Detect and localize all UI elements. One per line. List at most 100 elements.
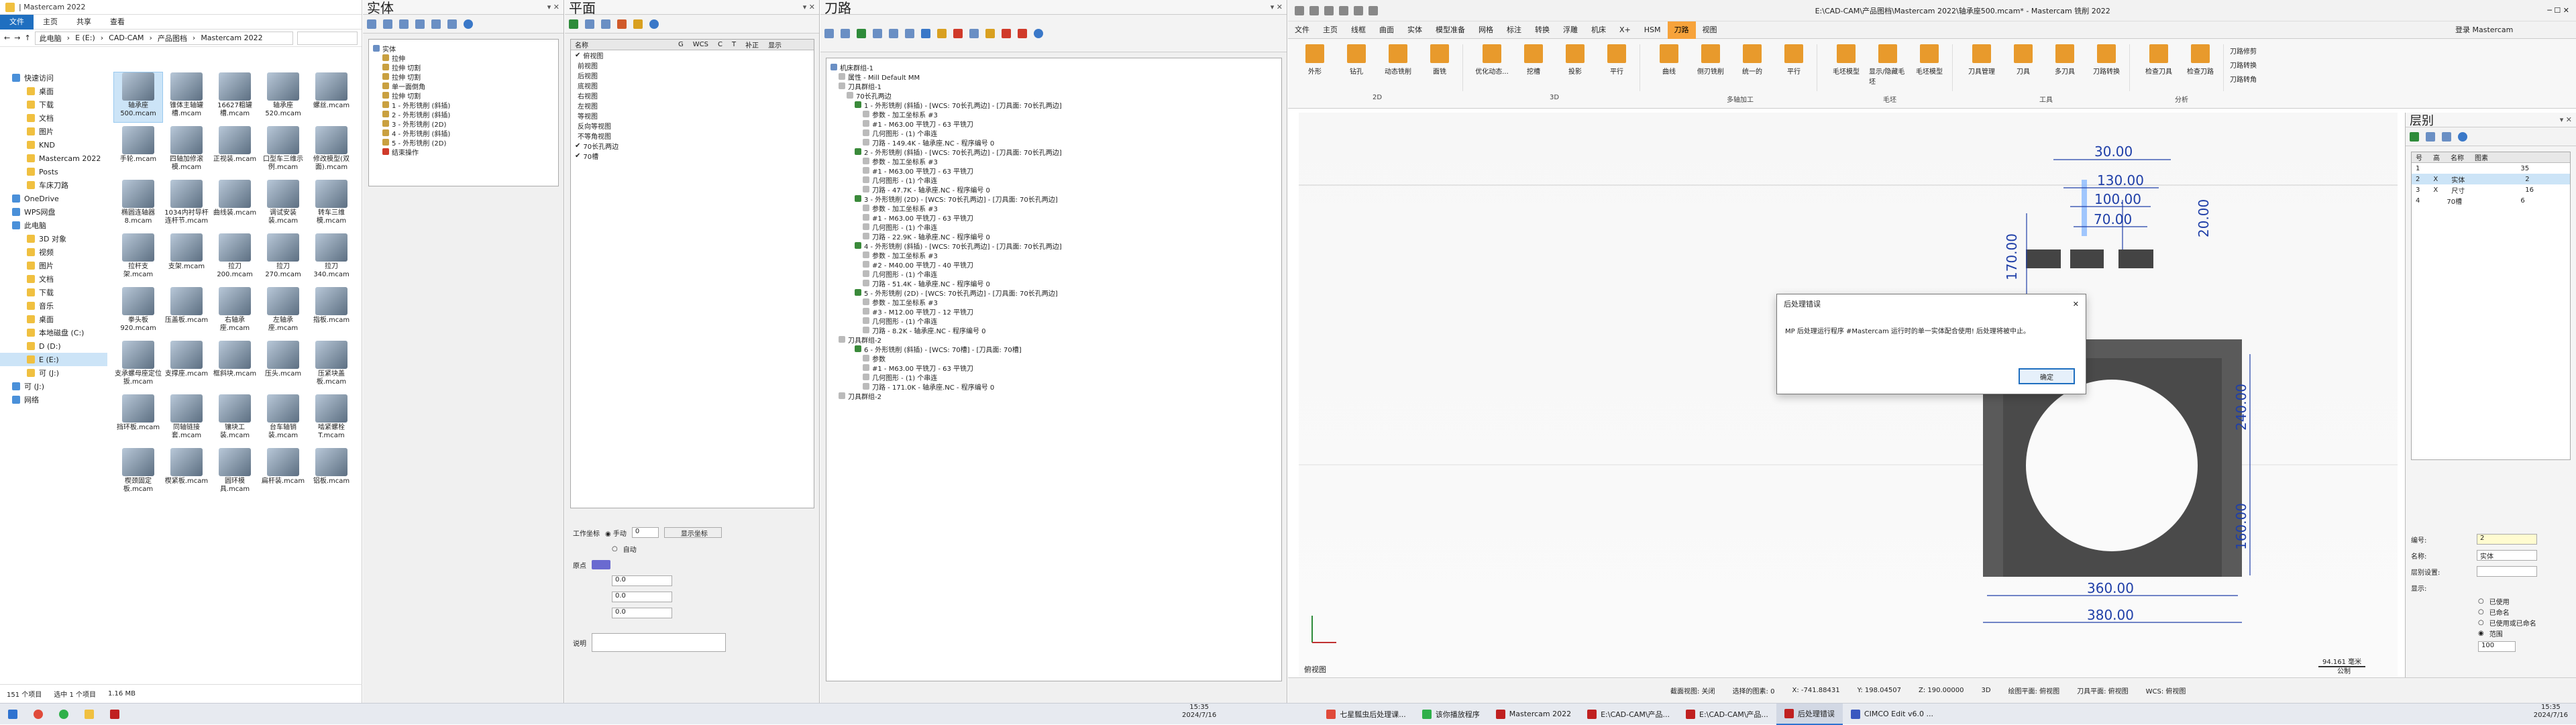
taskbar-item[interactable]: CIMCO Edit v6.0 ... (1843, 704, 1941, 725)
select-all-icon[interactable] (824, 28, 834, 38)
ribbon-tab[interactable]: 机床 (1585, 21, 1613, 39)
plane-row[interactable]: 不等角视图 (571, 131, 814, 141)
levels-table[interactable]: 号 高 名称 图素 1 35 2 X 实体 2 3 X 尺寸 16 4 70槽 6 (2411, 152, 2571, 460)
nav-item[interactable]: 图片 (0, 259, 107, 272)
toolpath-item[interactable]: #2 - M40.00 平铣刀 - 40 平铣刀 (830, 260, 1277, 270)
down-arrow-icon[interactable] (1018, 28, 1027, 38)
opt-used[interactable]: ○ 已使用 (2411, 596, 2571, 606)
range-field[interactable]: 100 (2478, 641, 2516, 652)
toolpath-item[interactable]: 刀路 - 8.2K - 轴承座.NC - 程序编号 0 (830, 325, 1277, 335)
ribbon-tab[interactable]: 浮雕 (1556, 21, 1585, 39)
ribbon-tab[interactable]: 主页 (34, 15, 67, 30)
collapse-icon[interactable] (447, 19, 457, 29)
nav-item[interactable]: 可 (J:) (0, 366, 107, 380)
panel-controls-icon[interactable]: ▾ ✕ (803, 3, 815, 11)
file-item[interactable]: 拉刀200.mcam (211, 233, 259, 283)
nav-item[interactable]: 快速访问 (0, 71, 107, 85)
file-item[interactable]: 轴承座500.mcam (113, 72, 163, 123)
redo-icon[interactable] (415, 19, 425, 29)
plane-row[interactable]: ✔ 70长孔两边 (571, 141, 814, 151)
ribbon-button[interactable]: 检查刀路 (2182, 44, 2219, 91)
ribbon-button[interactable]: 毛坯模型 (1911, 44, 1948, 91)
file-item[interactable]: 曲线装.mcam (211, 180, 259, 229)
file-item[interactable]: 左轴承座.mcam (259, 287, 307, 337)
nav-item[interactable]: 音乐 (0, 299, 107, 313)
breadcrumb-item[interactable]: 产品图档 (158, 33, 187, 44)
column-header[interactable]: C (718, 41, 722, 48)
ribbon-tab[interactable]: 文件 (1288, 21, 1316, 39)
column-header[interactable]: G (678, 41, 684, 48)
reset-icon[interactable] (617, 19, 627, 29)
plane-row[interactable]: 反向等视图 (571, 121, 814, 131)
toolpath-item[interactable]: 几何图形 - (1) 个串连 (830, 372, 1277, 382)
nav-item[interactable]: 桌面 (0, 313, 107, 326)
toolpath-item[interactable]: 6 - 外形铣削 (斜插) - [WCS: 70槽] - [刀具面: 70槽] (830, 344, 1277, 354)
redo-icon[interactable] (1368, 5, 1378, 15)
nav-item[interactable]: 下载 (0, 286, 107, 299)
toolpath-item[interactable]: #1 - M63.00 平铣刀 - 63 平铣刀 (830, 363, 1277, 373)
tool-plane[interactable]: 刀具平面: 俯视图 (2077, 685, 2129, 695)
panel-controls-icon[interactable]: ▾ ✕ (2560, 115, 2572, 124)
ribbon-tab[interactable]: 标注 (1500, 21, 1528, 39)
file-item[interactable]: 拳头板920.mcam (114, 287, 162, 337)
panel-controls-icon[interactable]: ▾ ✕ (547, 3, 559, 11)
undo-icon[interactable] (1354, 5, 1363, 15)
toolpath-item[interactable]: 参数 - 加工坐标系 #3 (830, 250, 1277, 260)
plane-row[interactable]: ✔ 70槽 (571, 151, 814, 161)
nav-item[interactable]: Posts (0, 165, 107, 178)
toolpath-item[interactable]: 属性 - Mill Default MM (830, 72, 1277, 82)
verify-icon[interactable] (889, 28, 898, 38)
ribbon-button[interactable]: 投影 (1556, 44, 1594, 91)
add-level-icon[interactable] (2410, 131, 2419, 142)
close-icon[interactable]: ✕ (2073, 300, 2079, 309)
toolpath-item[interactable]: 几何图形 - (1) 个串连 (830, 316, 1277, 326)
column-header[interactable]: 号 (2416, 152, 2422, 162)
help-icon[interactable] (649, 19, 659, 29)
nav-item[interactable]: 图片 (0, 125, 107, 138)
level-row[interactable]: 1 35 (2412, 163, 2570, 174)
file-item[interactable]: 拉刀270.mcam (259, 233, 307, 283)
y-field[interactable]: 0.0 (612, 592, 672, 602)
column-header[interactable]: T (732, 41, 736, 48)
taskbar-item[interactable]: 后处理错误 (1776, 703, 1843, 725)
ribbon-button[interactable]: 钻孔 (1338, 44, 1375, 91)
opt-used-named[interactable]: ○ 已使用或已命名 (2411, 617, 2571, 628)
toolpath-item[interactable]: 刀路 - 51.4K - 轴承座.NC - 程序编号 0 (830, 278, 1277, 288)
ribbon-button[interactable]: 外形 (1296, 44, 1334, 91)
toolpath-item[interactable]: 刀路 - 22.9K - 轴承座.NC - 程序编号 0 (830, 231, 1277, 241)
file-item[interactable]: 1034内衬导杆连杆节.mcam (162, 180, 211, 229)
print-icon[interactable] (1339, 5, 1348, 15)
nav-item[interactable]: D (D:) (0, 339, 107, 353)
explorer-icon[interactable] (76, 704, 102, 725)
column-header[interactable]: 名称 (575, 40, 669, 50)
ribbon-button[interactable]: 检查刀具 (2140, 44, 2178, 91)
toolpath-item[interactable]: 刀具群组-2 (830, 335, 1277, 345)
add-plane-icon[interactable] (569, 19, 578, 29)
back-arrow-icon[interactable]: ← (4, 34, 10, 42)
nav-item[interactable]: 车床刀路 (0, 178, 107, 192)
column-header[interactable]: 高 (2433, 152, 2440, 162)
ribbon-tab[interactable]: 共享 (67, 15, 101, 30)
column-header[interactable]: 显示 (768, 40, 782, 50)
up-arrow-icon[interactable]: ↑ (24, 34, 30, 42)
ribbon-button[interactable]: 统一的 (1733, 44, 1771, 91)
file-item[interactable]: 框斜块.mcam (211, 341, 259, 390)
file-item[interactable]: 圆环模具.mcam (211, 448, 259, 498)
ribbon-button[interactable]: 显示/隐藏毛坯 (1869, 44, 1907, 91)
toolpath-item[interactable]: 几何图形 - (1) 个串连 (830, 128, 1277, 138)
show-axis-button[interactable]: 显示坐标 (663, 527, 722, 538)
forward-arrow-icon[interactable]: → (14, 34, 20, 42)
ribbon-small-button[interactable]: 刀路转角 (2230, 74, 2257, 84)
work-coord-field[interactable]: 0 (631, 527, 659, 538)
search-input[interactable] (297, 31, 358, 45)
toolpath-item[interactable]: #3 - M12.00 平铣刀 - 12 平铣刀 (830, 306, 1277, 317)
ribbon-tab[interactable]: 曲面 (1373, 21, 1401, 39)
lock-icon[interactable] (985, 28, 995, 38)
file-item[interactable]: 椭圆连轴器8.mcam (114, 180, 162, 229)
file-item[interactable]: 调试安装装.mcam (259, 180, 307, 229)
toolpath-item[interactable]: 参数 - 加工坐标系 #3 (830, 297, 1277, 307)
file-item[interactable]: 压头.mcam (259, 341, 307, 390)
level-row[interactable]: 3 X 尺寸 16 (2412, 184, 2570, 195)
ribbon-tab[interactable]: 转换 (1528, 21, 1556, 39)
nav-item[interactable]: 文档 (0, 111, 107, 125)
